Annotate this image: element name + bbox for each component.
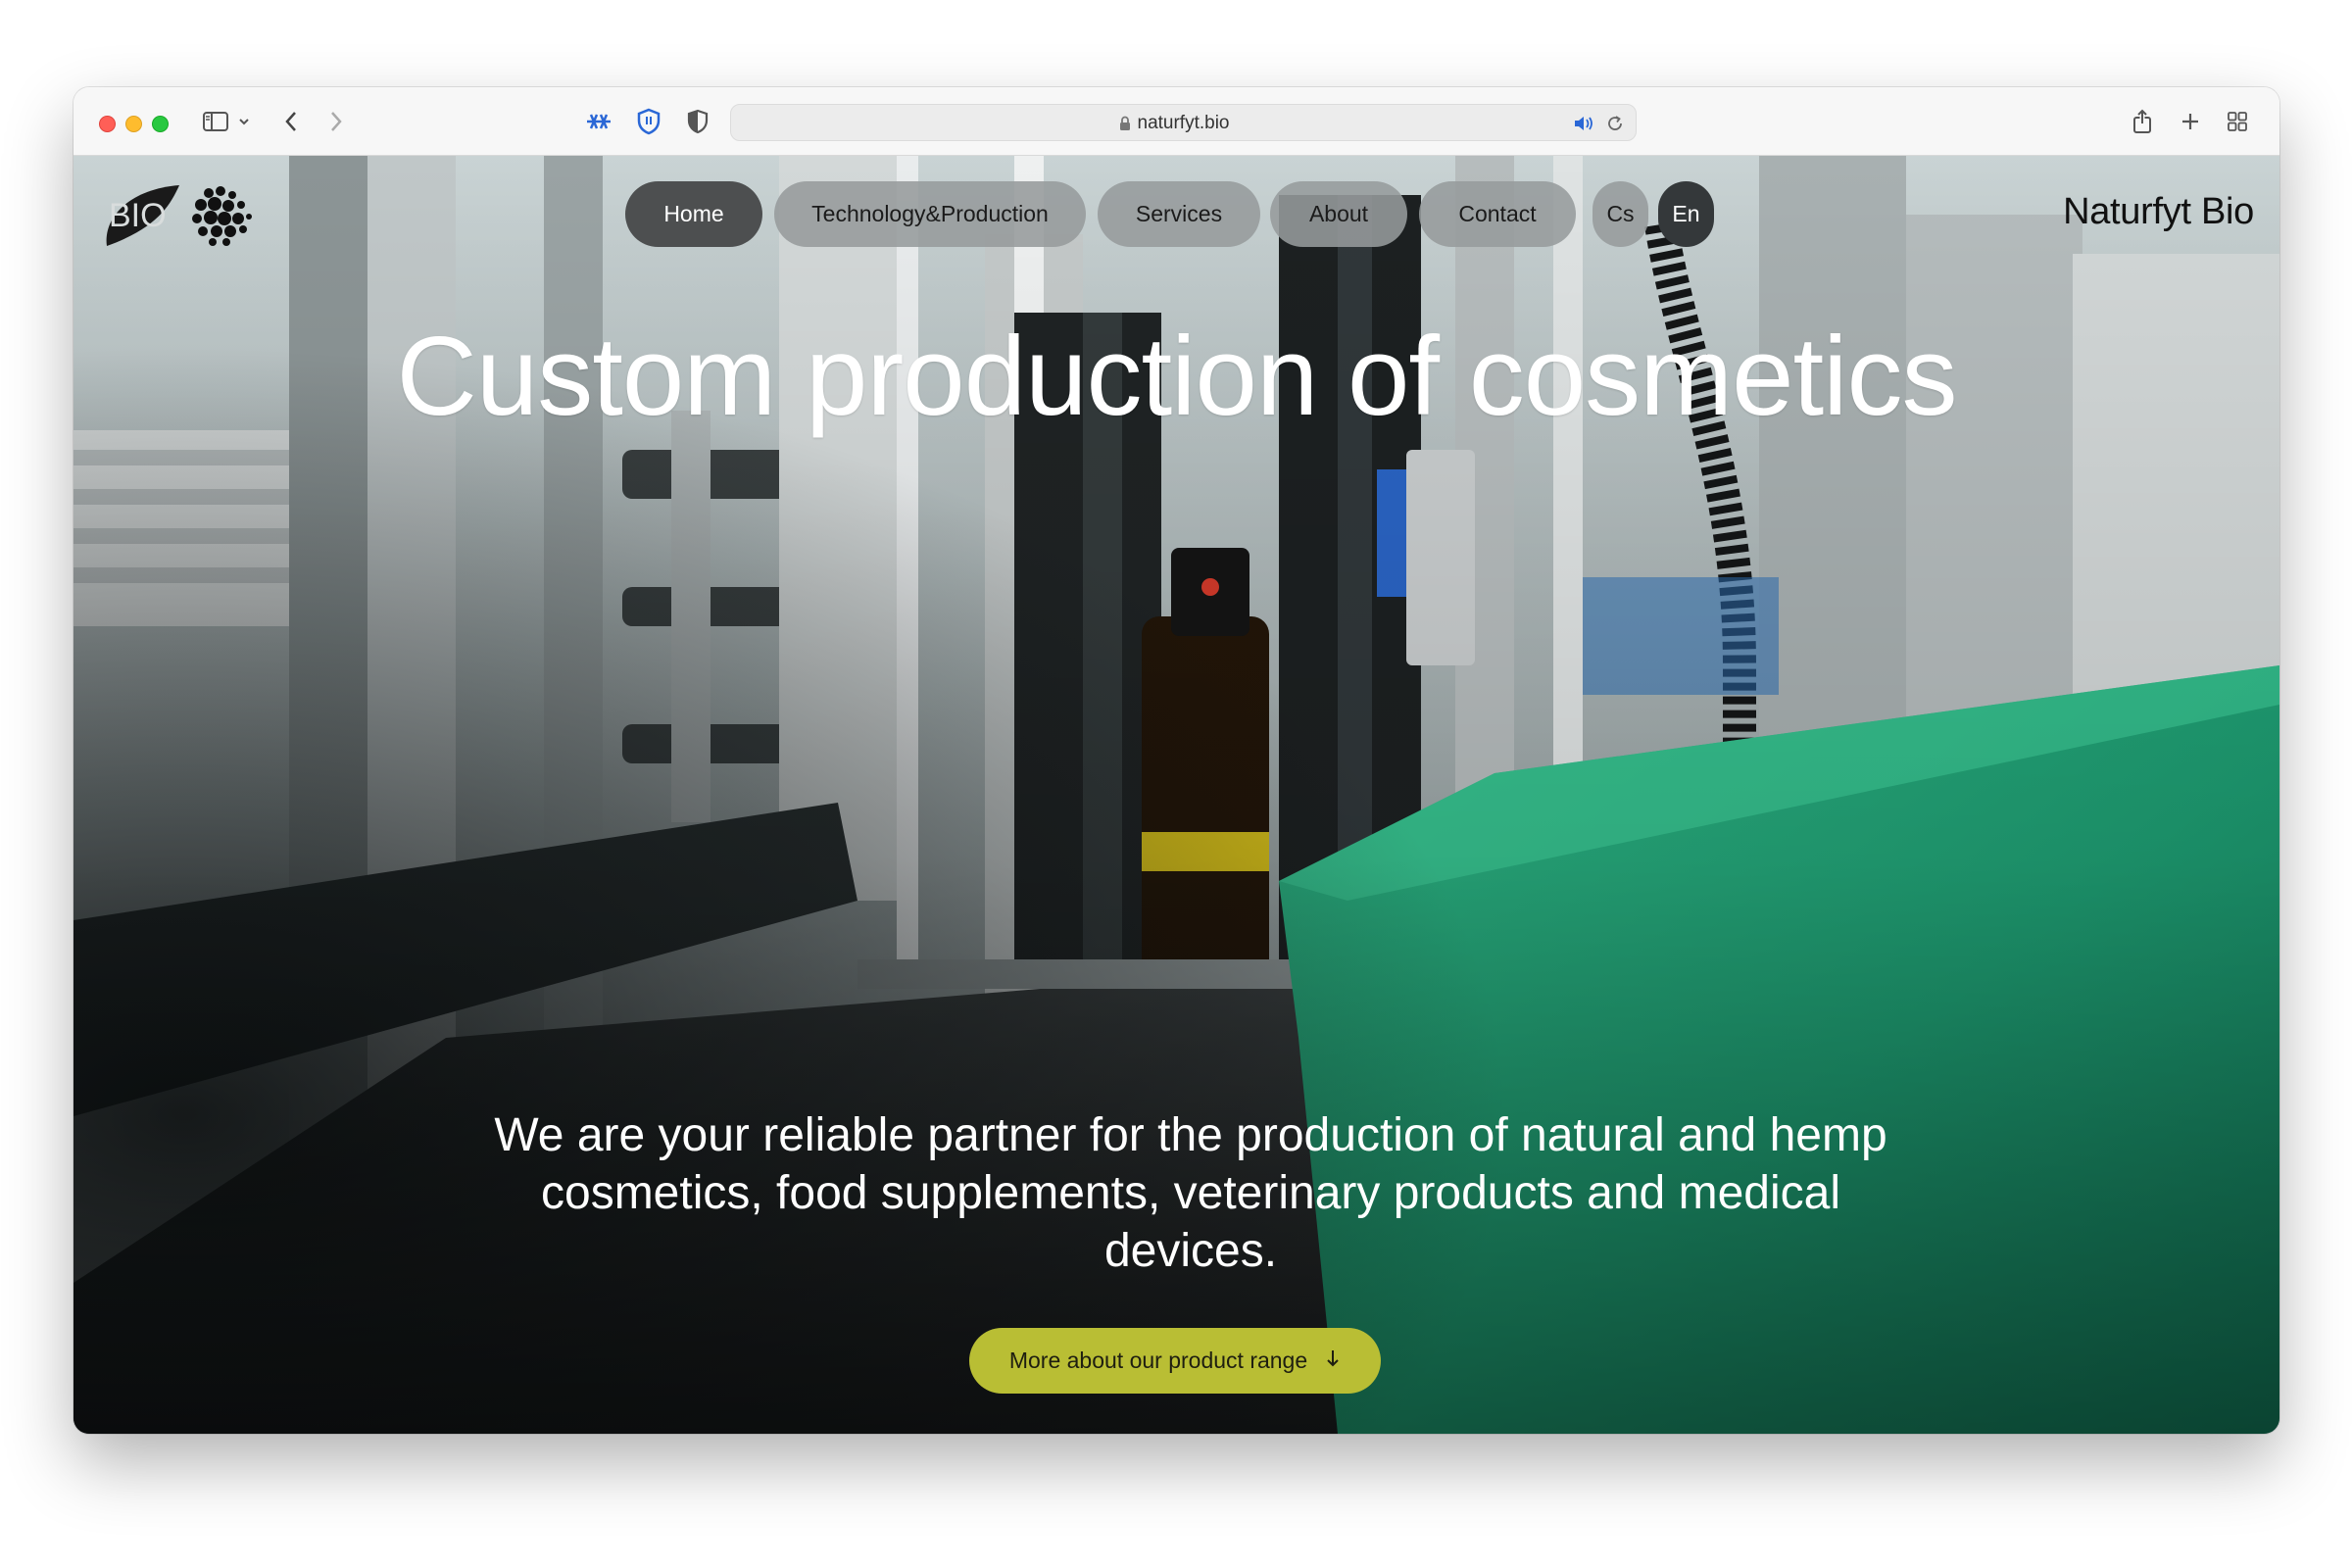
browser-window: naturfyt.bio BIO Home Technology&Product… [74, 87, 2279, 1434]
zoom-window-button[interactable] [152, 116, 169, 132]
address-bar[interactable]: naturfyt.bio [730, 104, 1637, 141]
logo-text: BIO [109, 197, 167, 234]
arrow-down-icon [1325, 1348, 1341, 1374]
site-logo[interactable]: BIO [99, 179, 254, 248]
forward-arrow-icon[interactable] [326, 107, 346, 136]
nav-contact[interactable]: Contact [1419, 181, 1576, 247]
product-range-button[interactable]: More about our product range [969, 1328, 1381, 1394]
product-range-button-label: More about our product range [1008, 1348, 1308, 1373]
sidebar-icon[interactable] [201, 107, 230, 136]
nav-technology-production[interactable]: Technology&Production [774, 181, 1086, 247]
back-arrow-icon[interactable] [281, 107, 301, 136]
nav-home[interactable]: Home [625, 181, 762, 247]
hero-subline: We are your reliable partner for the pro… [494, 1109, 1887, 1277]
language-cs[interactable]: Cs [1592, 181, 1648, 247]
chevron-down-icon[interactable] [236, 107, 252, 136]
language-en[interactable]: En [1658, 181, 1714, 247]
new-tab-icon[interactable] [2176, 107, 2205, 136]
nav-about[interactable]: About [1270, 181, 1407, 247]
url-text: naturfyt.bio [1137, 113, 1230, 133]
reload-icon[interactable] [1606, 115, 1624, 137]
tab-overview-icon[interactable] [2223, 107, 2252, 136]
brand-name[interactable]: Naturfyt Bio [2063, 191, 2254, 233]
close-window-button[interactable] [99, 116, 116, 132]
privacy-shield-icon[interactable] [683, 107, 712, 136]
hero-headline: Custom production of cosmetics [396, 315, 1958, 439]
snowflake-extension-icon[interactable] [584, 107, 613, 136]
shield-extension-icon[interactable] [634, 107, 663, 136]
share-icon[interactable] [2128, 107, 2157, 136]
browser-toolbar: naturfyt.bio [74, 87, 2279, 156]
minimize-window-button[interactable] [125, 116, 142, 132]
web-page: BIO Home Technology&Production Services … [74, 156, 2279, 1434]
nav-services[interactable]: Services [1098, 181, 1260, 247]
speaker-icon[interactable] [1573, 115, 1594, 137]
